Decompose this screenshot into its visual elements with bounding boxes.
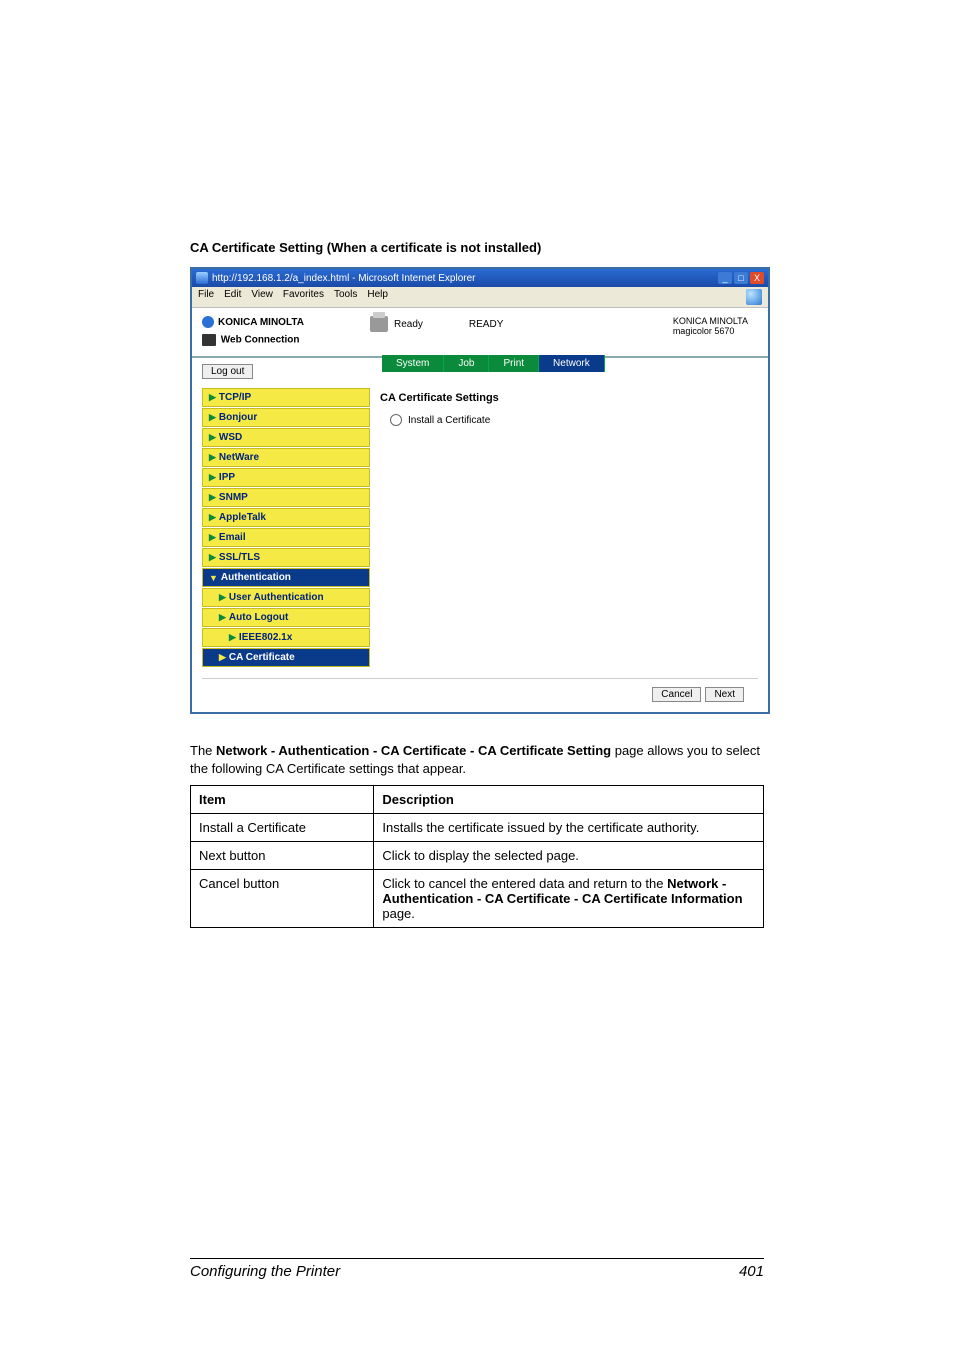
sidebar-item-netware[interactable]: ▶NetWare	[202, 448, 370, 467]
tab-job[interactable]: Job	[444, 355, 489, 372]
arrow-icon: ▶	[209, 472, 216, 483]
brand-line1: KONICA MINOLTA	[218, 317, 304, 328]
col-description: Description	[374, 786, 764, 814]
settings-table: Item Description Install a Certificate I…	[190, 785, 764, 928]
table-row: Cancel button Click to cancel the entere…	[191, 870, 764, 928]
tab-network[interactable]: Network	[539, 355, 605, 372]
sidebar-item-tcpip[interactable]: ▶TCP/IP	[202, 388, 370, 407]
arrow-icon: ▶	[209, 432, 216, 443]
ie-logo-icon	[746, 289, 762, 305]
sidebar-item-snmp[interactable]: ▶SNMP	[202, 488, 370, 507]
tab-system[interactable]: System	[382, 355, 444, 372]
page-header: KONICA MINOLTA Web Connection Ready READ…	[192, 308, 768, 358]
install-cert-radio[interactable]	[390, 414, 402, 426]
sidebar-item-userauth[interactable]: ▶User Authentication	[202, 588, 370, 607]
sidebar-item-ssltls[interactable]: ▶SSL/TLS	[202, 548, 370, 567]
brand-line2: Web Connection	[202, 334, 370, 346]
arrow-icon: ▶	[219, 592, 226, 603]
col-item: Item	[191, 786, 374, 814]
sidebar-item-autologout[interactable]: ▶Auto Logout	[202, 608, 370, 627]
page-footer: Configuring the Printer 401	[190, 1258, 764, 1280]
main-panel: CA Certificate Settings Install a Certif…	[370, 388, 758, 668]
sidebar-item-bonjour[interactable]: ▶Bonjour	[202, 408, 370, 427]
arrow-icon: ▼	[209, 573, 218, 583]
sidebar-item-email[interactable]: ▶Email	[202, 528, 370, 547]
cancel-button[interactable]: Cancel	[652, 687, 701, 702]
panel-title: CA Certificate Settings	[380, 392, 748, 404]
footer-title: Configuring the Printer	[190, 1263, 340, 1280]
window-title: http://192.168.1.2/a_index.html - Micros…	[212, 273, 718, 284]
description-paragraph: The Network - Authentication - CA Certif…	[190, 742, 764, 777]
menu-tools[interactable]: Tools	[334, 289, 357, 305]
sidebar-item-wsd[interactable]: ▶WSD	[202, 428, 370, 447]
arrow-icon: ▶	[219, 652, 226, 663]
arrow-icon: ▶	[209, 452, 216, 463]
sidebar-item-ieee[interactable]: ▶IEEE802.1x	[202, 628, 370, 647]
breadcrumb-path: Network - Authentication - CA Certificat…	[216, 743, 611, 758]
sidebar-item-cacert[interactable]: ▶CA Certificate	[202, 648, 370, 667]
menu-file[interactable]: File	[198, 289, 214, 305]
tabs: System Job Print Network	[382, 355, 758, 372]
minimize-button[interactable]: _	[718, 272, 732, 284]
sidebar-item-ipp[interactable]: ▶IPP	[202, 468, 370, 487]
menu-help[interactable]: Help	[367, 289, 388, 305]
printer-icon	[370, 316, 388, 332]
km-dot-icon	[202, 316, 214, 328]
arrow-icon: ▶	[209, 532, 216, 543]
ie-icon	[196, 272, 208, 284]
section-heading: CA Certificate Setting (When a certifica…	[190, 240, 764, 255]
ready-status: READY	[469, 319, 503, 330]
menu-favorites[interactable]: Favorites	[283, 289, 324, 305]
ready-label: Ready	[394, 319, 423, 330]
maximize-button[interactable]: □	[734, 272, 748, 284]
pagescope-icon	[202, 334, 216, 346]
arrow-icon: ▶	[209, 492, 216, 503]
arrow-icon: ▶	[209, 512, 216, 523]
menu-view[interactable]: View	[251, 289, 273, 305]
arrow-icon: ▶	[219, 612, 226, 623]
close-button[interactable]: X	[750, 272, 764, 284]
device-maker: KONICA MINOLTA	[673, 316, 748, 326]
sidebar-item-appletalk[interactable]: ▶AppleTalk	[202, 508, 370, 527]
install-cert-label: Install a Certificate	[408, 415, 490, 426]
titlebar: http://192.168.1.2/a_index.html - Micros…	[192, 269, 768, 287]
screenshot: http://192.168.1.2/a_index.html - Micros…	[190, 267, 770, 714]
table-row: Next button Click to display the selecte…	[191, 842, 764, 870]
logout-button[interactable]: Log out	[202, 364, 253, 379]
brand-logo: KONICA MINOLTA	[202, 316, 370, 328]
menu-edit[interactable]: Edit	[224, 289, 241, 305]
table-row: Install a Certificate Installs the certi…	[191, 814, 764, 842]
arrow-icon: ▶	[209, 392, 216, 403]
arrow-icon: ▶	[209, 552, 216, 563]
arrow-icon: ▶	[229, 632, 236, 643]
sidebar: ▶TCP/IP ▶Bonjour ▶WSD ▶NetWare ▶IPP ▶SNM…	[202, 388, 370, 668]
page-number: 401	[739, 1263, 764, 1280]
device-model: magicolor 5670	[673, 326, 748, 336]
sidebar-item-authentication[interactable]: ▼Authentication	[202, 568, 370, 587]
menubar: File Edit View Favorites Tools Help	[192, 287, 768, 308]
next-button[interactable]: Next	[705, 687, 744, 702]
tab-print[interactable]: Print	[489, 355, 539, 372]
arrow-icon: ▶	[209, 412, 216, 423]
